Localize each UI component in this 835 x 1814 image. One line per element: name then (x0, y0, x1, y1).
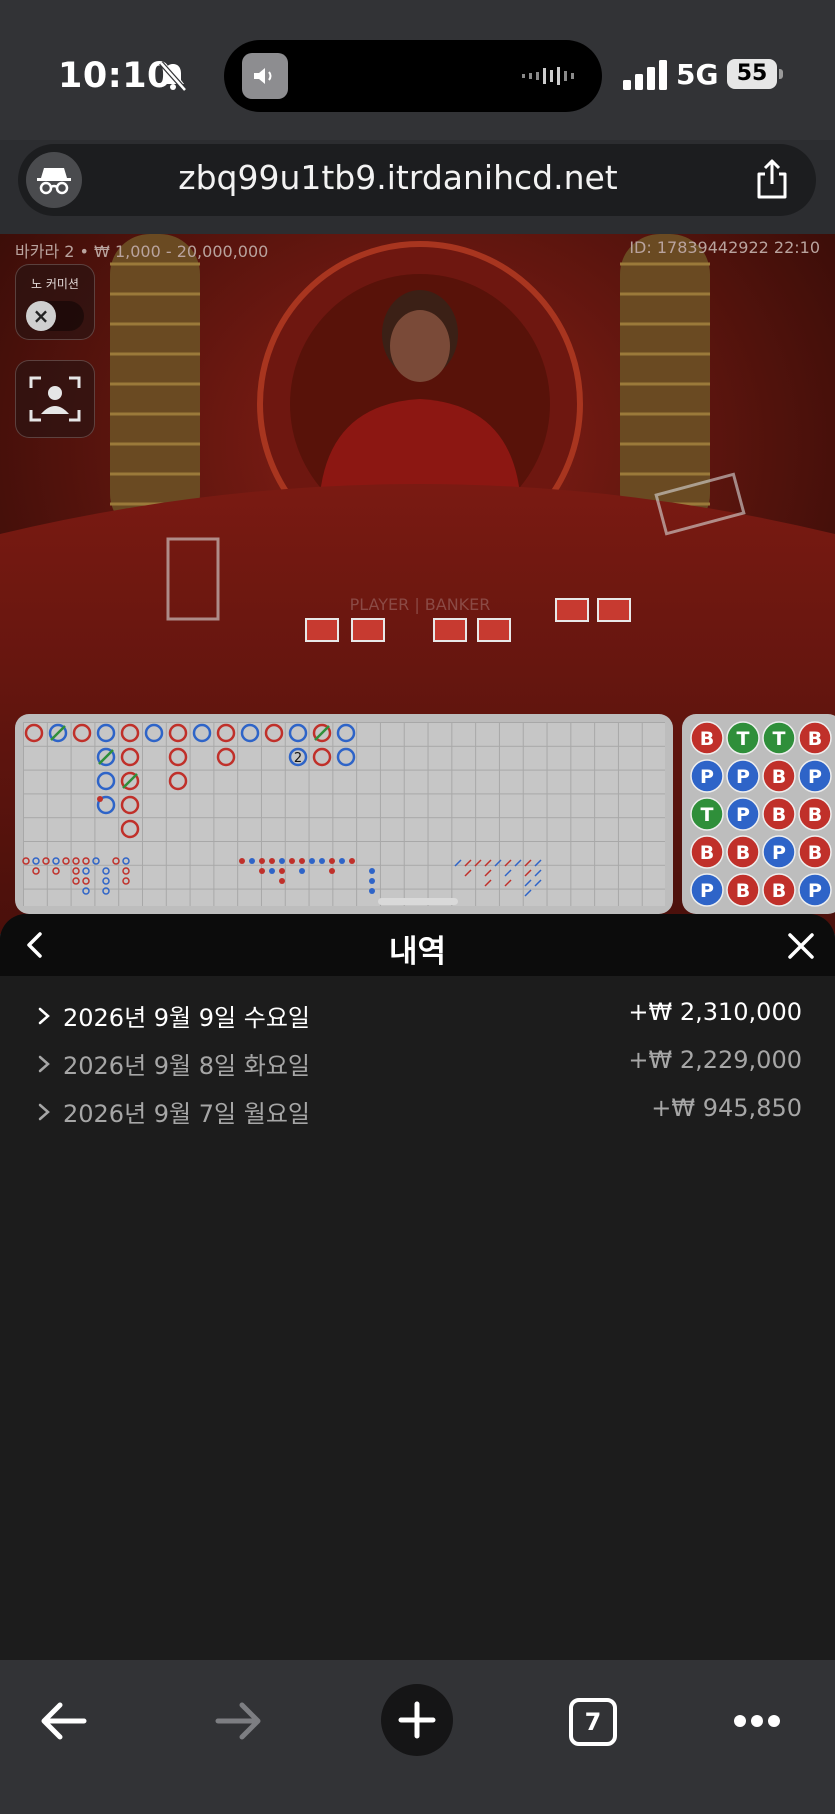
close-icon[interactable] (785, 930, 817, 962)
bead-label: B (736, 842, 750, 864)
address-bar[interactable]: zbq99u1tb9.itrdanihcd.net (18, 144, 816, 216)
bead-label: T (773, 728, 786, 750)
speaker-icon (242, 53, 288, 99)
history-item[interactable]: 2026년 9월 8일 화요일 +₩ 2,229,000 (0, 1040, 835, 1088)
bead-label: P (700, 766, 714, 788)
round-id: ID: 17839442922 22:10 (629, 238, 820, 257)
bead-label: T (701, 804, 714, 826)
no-commission-toggle[interactable]: 노 커미션 × (15, 264, 95, 340)
bead-label: B (772, 766, 786, 788)
bead-label: B (700, 728, 714, 750)
dynamic-island (224, 40, 602, 112)
drag-handle[interactable] (378, 898, 458, 905)
battery-level: 55 (727, 59, 777, 89)
bead-label: B (808, 842, 822, 864)
tab-switcher-button[interactable]: 7 (569, 1698, 617, 1746)
history-amount: +₩ 2,229,000 (628, 1046, 802, 1074)
new-tab-button[interactable] (381, 1684, 453, 1756)
plus-icon (398, 1701, 436, 1739)
bead-label: B (772, 880, 786, 902)
bead-label: P (736, 766, 750, 788)
bead-label: P (772, 842, 786, 864)
table-limits: 바카라 2 • ₩ 1,000 - 20,000,000 (15, 242, 269, 261)
history-panel: 내역 2026년 9월 9일 수요일 +₩ 2,310,000 2026년 9월… (0, 914, 835, 1662)
battery-icon: 55 (727, 59, 783, 89)
network-type: 5G (676, 58, 719, 91)
history-amount: +₩ 2,310,000 (628, 998, 802, 1026)
video-mode-button[interactable] (15, 360, 95, 438)
bead-label: P (808, 766, 822, 788)
road-map[interactable]: 2 (15, 714, 673, 914)
tie-count-badge: 2 (294, 751, 302, 766)
history-item[interactable]: 2026년 9월 7일 월요일 +₩ 945,850 (0, 1088, 835, 1136)
close-icon: × (26, 301, 56, 331)
face-frame-icon (29, 376, 81, 422)
no-commission-label: 노 커미션 (31, 277, 79, 291)
history-date: 2026년 9월 8일 화요일 (63, 1052, 310, 1080)
chevron-right-icon (38, 1055, 50, 1073)
incognito-icon[interactable] (26, 152, 82, 208)
table-print: PLAYER | BANKER (350, 595, 491, 614)
more-options-icon[interactable] (733, 1714, 781, 1728)
bead-label: P (700, 880, 714, 902)
live-baccarat-stream[interactable]: PLAYER | BANKER 바카라 2 • ₩ 1,000 - 20,000… (0, 234, 835, 934)
browser-toolbar: 7 (0, 1660, 835, 1814)
chevron-right-icon (38, 1007, 50, 1025)
bead-label: P (736, 804, 750, 826)
bead-road[interactable]: BTTBPPBPTPBBBBPBPBBP (682, 714, 835, 914)
history-date: 2026년 9월 9일 수요일 (63, 1004, 310, 1032)
panel-title: 내역 (388, 934, 447, 970)
status-bar: 10:10 5G 55 (0, 0, 835, 140)
audio-wave-icon (522, 67, 574, 85)
big-road: 2 (22, 723, 542, 897)
toggle-switch[interactable]: × (26, 301, 84, 331)
bead-label: B (808, 804, 822, 826)
history-date: 2026년 9월 7일 월요일 (63, 1100, 310, 1128)
history-item[interactable]: 2026년 9월 9일 수요일 +₩ 2,310,000 (0, 992, 835, 1040)
bead-label: T (737, 728, 750, 750)
bead-label: B (736, 880, 750, 902)
bead-label: P (808, 880, 822, 902)
clock: 10:10 (58, 56, 172, 96)
bell-muted-icon (159, 61, 187, 92)
forward-arrow-icon[interactable] (214, 1700, 264, 1742)
url-text[interactable]: zbq99u1tb9.itrdanihcd.net (118, 158, 678, 197)
cellular-signal-icon (623, 60, 667, 90)
bead-label: B (808, 728, 822, 750)
panel-header: 내역 (0, 914, 835, 976)
bead-road-grid: B T T BP P B PT P B BB B P BP B B P (690, 721, 832, 907)
back-arrow-icon[interactable] (38, 1700, 88, 1742)
bead-label: B (700, 842, 714, 864)
history-amount: +₩ 945,850 (651, 1094, 802, 1122)
chevron-right-icon (38, 1103, 50, 1121)
share-icon[interactable] (754, 158, 790, 200)
history-list: 2026년 9월 9일 수요일 +₩ 2,310,000 2026년 9월 8일… (0, 992, 835, 1136)
bead-label: B (772, 804, 786, 826)
